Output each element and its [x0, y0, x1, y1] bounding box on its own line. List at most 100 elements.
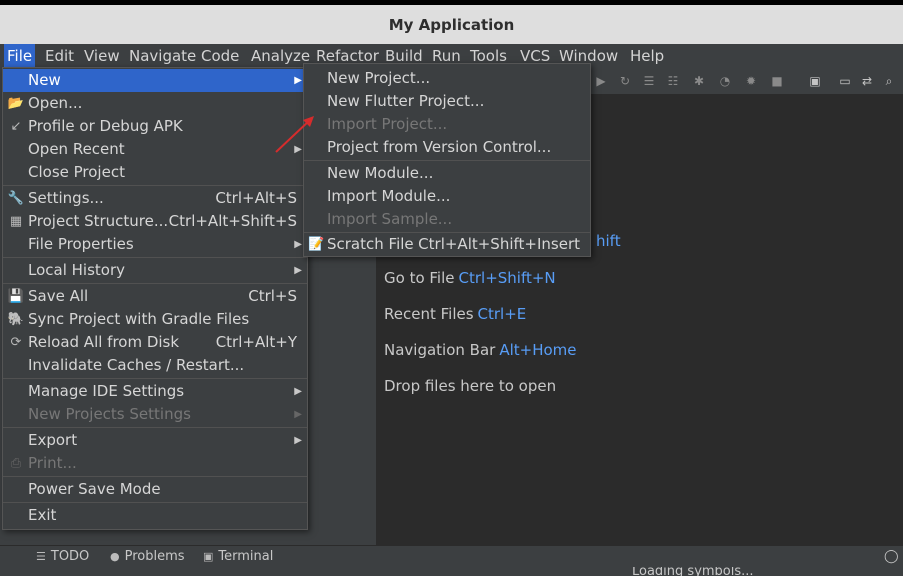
gradle-sync-icon[interactable]: ⇄	[860, 74, 874, 88]
menu-item-profile-apk[interactable]: ↙ Profile or Debug APK	[3, 115, 307, 138]
rerun-icon[interactable]: ↻	[618, 74, 632, 88]
window-title: My Application	[388, 16, 515, 34]
submenu-item-scratch-file[interactable]: 📝 Scratch File Ctrl+Alt+Shift+Insert	[304, 233, 590, 256]
menu-item-local-history[interactable]: Local History ▶	[3, 259, 307, 282]
run-icon[interactable]: ▶	[594, 74, 608, 88]
main-toolbar: ▶ ↻ ☰ ☷ ✱ ◔ ✹ ■ ▣ ▭ ⇄ ⌕	[590, 68, 903, 94]
import-sample-label: Import Sample...	[327, 210, 453, 228]
menu-item-save-all[interactable]: 💾 Save All Ctrl+S	[3, 285, 307, 308]
annotation-arrow-icon	[275, 116, 314, 153]
submenu-item-import-sample[interactable]: Import Sample...	[304, 208, 590, 231]
submenu-item-import-module[interactable]: Import Module...	[304, 185, 590, 208]
menu-item-file-properties[interactable]: File Properties ▶	[3, 233, 307, 256]
project-structure-icon: ▦	[9, 214, 23, 229]
problems-label: Problems	[124, 549, 185, 564]
search-everywhere-icon[interactable]: ⌕	[882, 74, 896, 88]
menu-separator	[304, 160, 590, 161]
chevron-right-icon: ▶	[294, 386, 302, 397]
hint-nav-bar-shortcut: Alt+Home	[499, 341, 577, 359]
import-module-label: Import Module...	[327, 187, 451, 205]
submenu-item-import-project[interactable]: Import Project...	[304, 113, 590, 136]
reload-icon: ⟳	[10, 335, 22, 350]
hint-recent-files-shortcut: Ctrl+E	[477, 305, 527, 323]
tab-todo[interactable]: ☰ TODO	[36, 546, 89, 568]
chevron-right-icon: ▶	[294, 239, 302, 250]
gradle-sync-icon: 🐘	[7, 312, 25, 327]
menu-code[interactable]: Code	[198, 44, 242, 68]
menu-edit[interactable]: Edit	[42, 44, 77, 68]
menu-item-invalidate-caches[interactable]: Invalidate Caches / Restart...	[3, 354, 307, 377]
menu-item-sync-gradle[interactable]: 🐘 Sync Project with Gradle Files	[3, 308, 307, 331]
stop-icon[interactable]: ■	[770, 74, 784, 88]
search-icon[interactable]: ◯	[884, 546, 899, 568]
new-project-label: New Project...	[327, 69, 431, 87]
hint-recent-files: Recent Files Ctrl+E	[384, 305, 526, 323]
apply-changes-icon[interactable]: ☰	[642, 74, 656, 88]
bottom-tool-bar: ☰ TODO ● Problems ▣ Terminal ◯	[0, 545, 903, 568]
project-structure-label: Project Structure...	[28, 212, 169, 230]
status-loading-text: Loading symbols...	[632, 567, 754, 576]
tab-terminal[interactable]: ▣ Terminal	[203, 546, 273, 568]
project-tree-panel	[308, 250, 377, 545]
save-all-label: Save All	[28, 287, 89, 305]
scratch-file-label: Scratch File	[327, 235, 414, 253]
tab-problems[interactable]: ● Problems	[110, 546, 185, 568]
info-icon: ●	[110, 550, 120, 563]
menu-item-reload-all[interactable]: ⟳ Reload All from Disk Ctrl+Alt+Y	[3, 331, 307, 354]
printer-icon: ⎙	[10, 456, 22, 471]
sdk-manager-icon[interactable]: ▭	[838, 74, 852, 88]
device-manager-icon[interactable]: ▣	[808, 74, 822, 88]
profile-icon[interactable]: ◔	[718, 74, 732, 88]
invalidate-caches-label: Invalidate Caches / Restart...	[28, 356, 245, 374]
new-projects-settings-label: New Projects Settings	[28, 405, 191, 423]
submenu-item-new-project[interactable]: New Project...	[304, 67, 590, 90]
menu-view[interactable]: View	[81, 44, 123, 68]
title-bar: My Application	[0, 0, 903, 44]
menu-item-exit[interactable]: Exit	[3, 504, 307, 527]
menu-item-open[interactable]: 📂 Open...	[3, 92, 307, 115]
menu-navigate[interactable]: Navigate	[126, 44, 199, 68]
menu-item-new[interactable]: New ▶	[3, 69, 307, 92]
settings-shortcut: Ctrl+Alt+S	[215, 189, 297, 207]
menu-item-close-project[interactable]: Close Project	[3, 161, 307, 184]
menu-separator	[3, 476, 307, 477]
menu-item-export[interactable]: Export ▶	[3, 429, 307, 452]
menu-item-power-save[interactable]: Power Save Mode	[3, 478, 307, 501]
menu-separator	[3, 502, 307, 503]
profile-apk-label: Profile or Debug APK	[28, 117, 183, 135]
menu-help[interactable]: Help	[627, 44, 667, 68]
menu-item-print[interactable]: ⎙ Print...	[3, 452, 307, 475]
hint-navigation-bar: Navigation Bar Alt+Home	[384, 341, 577, 359]
chevron-right-icon: ▶	[294, 409, 302, 420]
submenu-item-new-module[interactable]: New Module...	[304, 162, 590, 185]
menu-item-settings[interactable]: 🔧 Settings... Ctrl+Alt+S	[3, 187, 307, 210]
new-flutter-project-label: New Flutter Project...	[327, 92, 485, 110]
chevron-right-icon: ▶	[294, 435, 302, 446]
new-submenu: New Project... New Flutter Project... Im…	[303, 63, 591, 257]
hint-goto-file: Go to File Ctrl+Shift+N	[384, 269, 556, 287]
hint-recent-files-label: Recent Files	[384, 305, 474, 323]
status-bar: Loading symbols...	[0, 567, 903, 576]
submenu-item-project-from-vcs[interactable]: Project from Version Control...	[304, 136, 590, 159]
scratch-file-shortcut: Ctrl+Alt+Shift+Insert	[418, 235, 580, 253]
menu-item-project-structure[interactable]: ▦ Project Structure... Ctrl+Alt+Shift+S	[3, 210, 307, 233]
open-recent-label: Open Recent	[28, 140, 125, 158]
hint-partial: hift	[592, 232, 621, 250]
file-menu-dropdown: New ▶ 📂 Open... ↙ Profile or Debug APK O…	[2, 67, 308, 530]
hint-nav-bar-label: Navigation Bar	[384, 341, 496, 359]
debug-icon[interactable]: ✱	[692, 74, 706, 88]
menu-separator	[3, 257, 307, 258]
attach-debugger-icon[interactable]: ✹	[744, 74, 758, 88]
sync-gradle-label: Sync Project with Gradle Files	[28, 310, 250, 328]
local-history-label: Local History	[28, 261, 126, 279]
exit-label: Exit	[28, 506, 57, 524]
menu-file[interactable]: File	[4, 44, 36, 68]
reload-all-shortcut: Ctrl+Alt+Y	[215, 333, 297, 351]
print-label: Print...	[28, 454, 77, 472]
submenu-item-new-flutter-project[interactable]: New Flutter Project...	[304, 90, 590, 113]
menu-item-new-projects-settings[interactable]: New Projects Settings ▶	[3, 403, 307, 426]
menu-item-open-recent[interactable]: Open Recent ▶	[3, 138, 307, 161]
apply-code-icon[interactable]: ☷	[666, 74, 680, 88]
project-structure-shortcut: Ctrl+Alt+Shift+S	[168, 212, 297, 230]
menu-item-manage-ide-settings[interactable]: Manage IDE Settings ▶	[3, 380, 307, 403]
